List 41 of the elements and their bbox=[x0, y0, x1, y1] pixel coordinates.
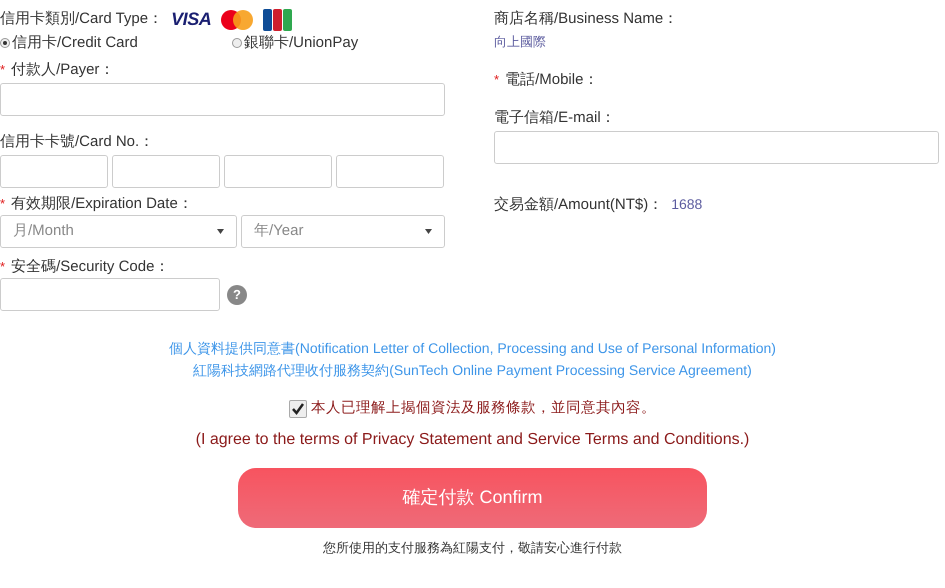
agreement-link[interactable]: 紅陽科技網路代理收付服務契約(SunTech Online Payment Processing Service Agreement) bbox=[193, 359, 752, 381]
field-label: 信用卡卡號/Card No.： bbox=[0, 132, 154, 151]
radio-button[interactable] bbox=[0, 38, 10, 48]
agreement-text-english: (I agree to the terms of Privacy Statement and Service Terms and Conditions.) bbox=[196, 430, 750, 450]
radio-option[interactable]: 信用卡/Credit Card bbox=[0, 33, 232, 52]
visa-logo: VISA bbox=[171, 8, 212, 31]
caret-icon bbox=[425, 229, 432, 234]
field-label: 付款人/Payer： bbox=[11, 60, 114, 79]
amount-value: 1688 bbox=[671, 195, 702, 214]
input-field[interactable] bbox=[336, 155, 444, 188]
field-label: 交易金額/Amount(NT$)： bbox=[494, 194, 664, 214]
input-field[interactable] bbox=[0, 83, 445, 116]
caret-icon bbox=[217, 229, 224, 234]
field-label: 信用卡類別/Card Type： bbox=[0, 9, 164, 30]
dropdown[interactable]: 年/Year bbox=[241, 215, 445, 248]
required-asterisk: * bbox=[494, 70, 500, 88]
field-label: 商店名稱/Business Name： bbox=[494, 9, 680, 28]
input-field[interactable] bbox=[494, 130, 939, 164]
input-field[interactable] bbox=[0, 155, 108, 188]
field-label: 有效期限/Expiration Date： bbox=[11, 194, 193, 213]
help-icon[interactable]: ? bbox=[227, 284, 247, 304]
jcb-logo bbox=[263, 8, 294, 30]
required-asterisk: * bbox=[0, 258, 6, 276]
required-asterisk: * bbox=[0, 61, 6, 79]
dropdown[interactable]: 月/Month bbox=[0, 215, 237, 248]
business-name: 向上國際 bbox=[494, 33, 547, 51]
mastercard-logo bbox=[219, 8, 256, 30]
input-field[interactable] bbox=[112, 155, 220, 188]
field-label: 安全碼/Security Code： bbox=[11, 257, 170, 276]
input-field[interactable] bbox=[0, 278, 220, 311]
agreement-link[interactable]: 個人資料提供同意書(Notification Letter of Collection, Processing and Use of Personal Information) bbox=[169, 337, 776, 359]
field-label: 電話/Mobile： bbox=[505, 70, 598, 88]
radio-option[interactable]: 銀聯卡/UnionPay bbox=[232, 33, 358, 52]
confirm-button[interactable]: 確定付款 Confirm bbox=[238, 468, 707, 528]
field-label: 電子信箱/E-mail： bbox=[494, 108, 616, 126]
radio-button[interactable] bbox=[232, 38, 242, 48]
input-field[interactable] bbox=[224, 155, 332, 188]
payment-notice: 您所使用的支付服務為紅陽支付，敬請安心進行付款 bbox=[323, 538, 622, 557]
required-asterisk: * bbox=[0, 195, 6, 213]
checkbox[interactable] bbox=[289, 400, 307, 418]
agreement-text: 本人已理解上揭個資法及服務條款，並同意其內容。 bbox=[311, 398, 656, 418]
